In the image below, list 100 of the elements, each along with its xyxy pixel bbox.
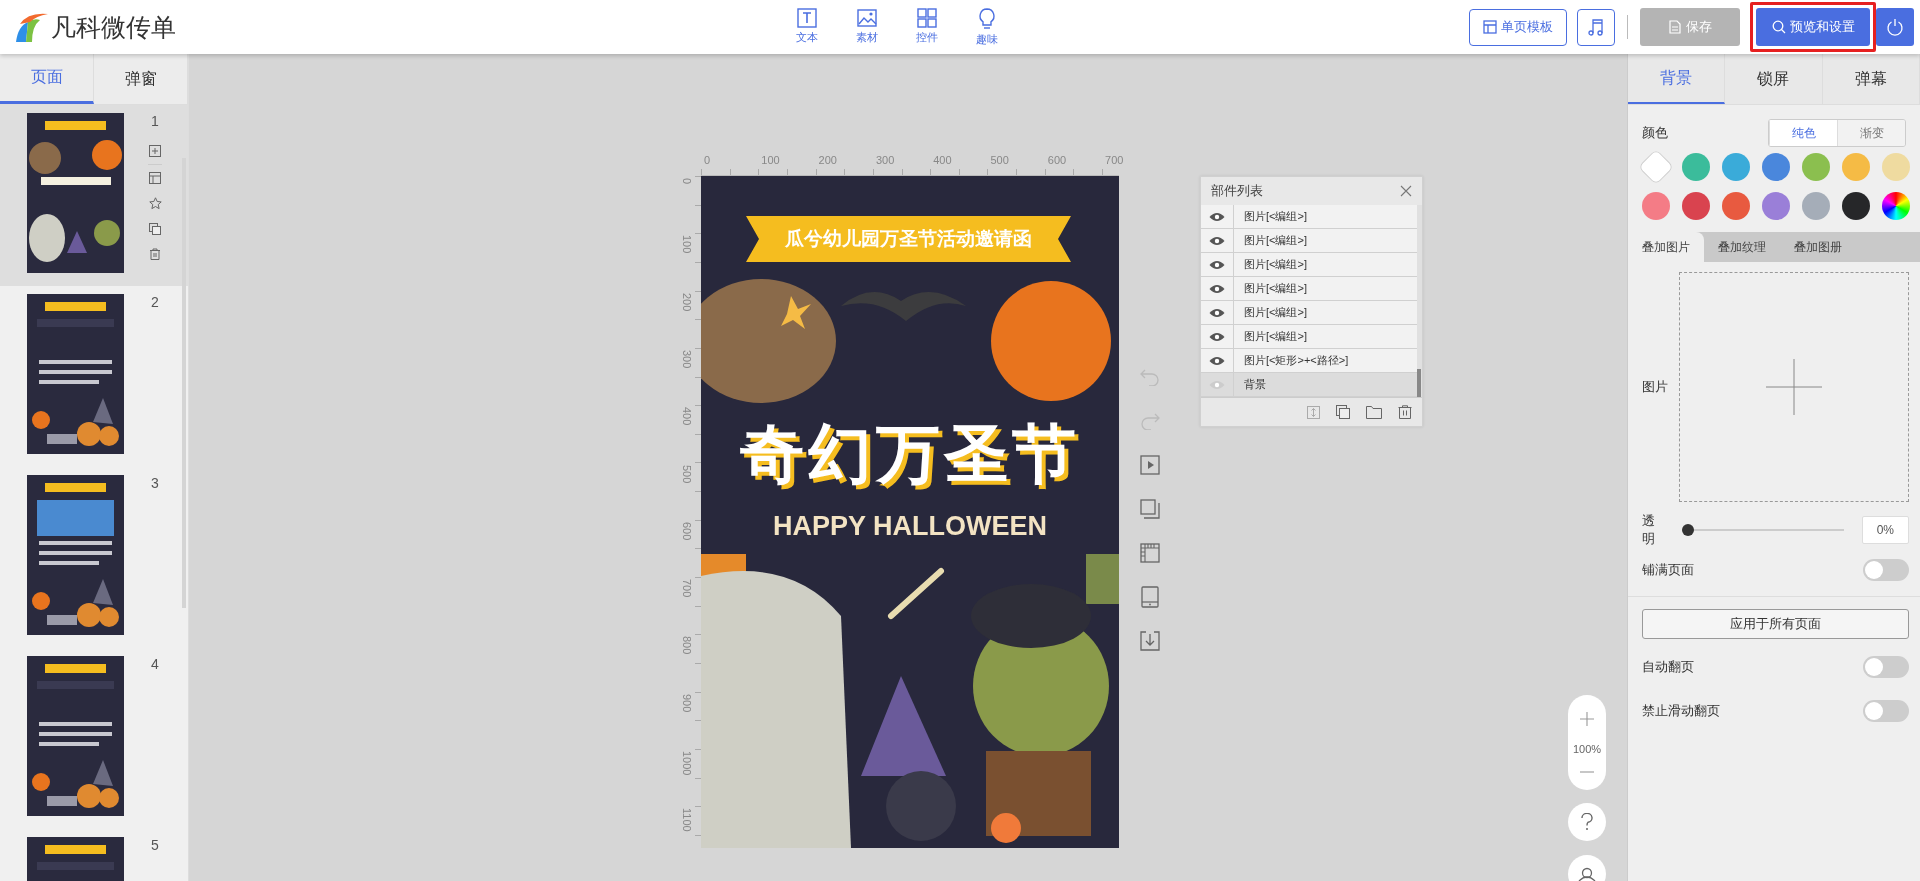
component-row[interactable]: 图片[<矩形>+<路径>] (1201, 349, 1417, 373)
redo-icon (1140, 412, 1160, 430)
page-number: 5 (151, 837, 159, 853)
music-note-icon (1588, 18, 1604, 36)
color-wheel-swatch[interactable] (1882, 192, 1910, 220)
color-swatch[interactable] (1802, 153, 1830, 181)
eye-icon[interactable] (1209, 283, 1225, 294)
color-swatch[interactable] (1762, 192, 1790, 220)
eye-icon[interactable] (1209, 331, 1225, 342)
grid-icon (917, 7, 937, 28)
ruler-label: 300 (681, 349, 693, 369)
user-icon (1578, 867, 1596, 881)
color-mode-tab[interactable]: 渐变 (1837, 120, 1905, 146)
ruler-label: 700 (1105, 154, 1124, 166)
color-mode-tab[interactable]: 纯色 (1769, 120, 1837, 146)
component-label: 图片[<编组>] (1243, 305, 1307, 320)
text-icon (797, 7, 817, 28)
help-button[interactable] (1568, 803, 1606, 841)
panel-tab[interactable]: 弹幕 (1822, 54, 1920, 104)
folder-icon[interactable] (1366, 405, 1382, 419)
color-swatch[interactable] (1842, 192, 1870, 220)
panel-tab[interactable]: 页面 (0, 54, 94, 104)
color-swatch[interactable] (1762, 153, 1790, 181)
ruler-label: 400 (933, 154, 952, 166)
setting-label: 自动翻页 (1642, 658, 1694, 676)
ruler-label: 300 (875, 154, 895, 166)
play-button[interactable] (1139, 454, 1161, 476)
component-label: 背景 (1243, 377, 1266, 392)
logo-text: 凡科微传单 (51, 11, 176, 43)
layout-icon[interactable] (149, 172, 161, 184)
panel-tab[interactable]: 背景 (1628, 54, 1726, 104)
component-row[interactable]: 图片[<编组>] (1201, 301, 1417, 325)
opacity-value-field[interactable]: 0% (1861, 516, 1909, 544)
setting-label: 铺满页面 (1642, 561, 1694, 579)
eye-icon[interactable] (1209, 235, 1225, 246)
setting-label: 禁止滑动翻页 (1642, 702, 1720, 720)
lightbulb-icon (977, 7, 997, 30)
copy-icon[interactable] (149, 223, 161, 235)
color-swatch[interactable] (1642, 192, 1670, 220)
question-mark-icon (1580, 813, 1594, 831)
download-button[interactable] (1139, 630, 1161, 652)
component-label: 图片[<编组>] (1243, 329, 1307, 344)
color-swatch[interactable] (1842, 153, 1870, 181)
plus-icon (1766, 359, 1822, 415)
color-swatch[interactable] (1682, 192, 1710, 220)
component-label: 图片[<编组>] (1243, 233, 1307, 248)
color-swatch[interactable] (1722, 192, 1750, 220)
copy-button[interactable] (1139, 498, 1161, 520)
image-label: 图片 (1642, 378, 1668, 396)
download-icon (1140, 631, 1160, 651)
component-row[interactable]: 图片[<编组>] (1201, 325, 1417, 349)
apply-all-pages-button[interactable]: 应用于所有页面 (1642, 609, 1909, 639)
music-button[interactable] (1577, 8, 1615, 46)
color-swatch[interactable] (1882, 153, 1910, 181)
grid-button[interactable] (1139, 542, 1161, 564)
page-number: 2 (151, 294, 159, 310)
power-button[interactable] (1876, 8, 1914, 46)
overlay-tab[interactable]: 叠加图片 (1628, 232, 1704, 262)
component-row[interactable]: 图片[<编组>] (1201, 229, 1417, 253)
component-row[interactable]: 图片[<编组>] (1201, 205, 1417, 229)
align-icon[interactable] (1307, 405, 1320, 419)
component-row[interactable]: 背景 (1201, 373, 1417, 397)
panel-title: 部件列表 (1211, 182, 1263, 200)
image-icon (857, 7, 877, 28)
toggle-switch[interactable] (1863, 700, 1909, 722)
panel-tab[interactable]: 弹窗 (94, 54, 188, 104)
color-swatch[interactable] (1802, 192, 1830, 220)
ruler-label: 700 (681, 579, 693, 598)
poster-subtitle: HAPPY HALLOWEEN (772, 511, 1048, 542)
component-row[interactable]: 图片[<编组>] (1201, 253, 1417, 277)
widget-tool-button[interactable]: 控件 (908, 7, 946, 47)
tablet-button[interactable] (1139, 586, 1161, 608)
eye-icon[interactable] (1209, 307, 1225, 318)
color-swatch[interactable] (1682, 153, 1710, 181)
trash-icon[interactable] (149, 248, 161, 260)
overlay-tab[interactable]: 叠加纹理 (1704, 232, 1780, 262)
component-row[interactable]: 图片[<编组>] (1201, 277, 1417, 301)
color-swatch[interactable] (1722, 153, 1750, 181)
poster-title: 奇幻万圣节 (739, 417, 1081, 492)
star-icon[interactable] (148, 197, 162, 210)
copy-icon (1140, 499, 1160, 519)
toggle-switch[interactable] (1863, 656, 1909, 678)
template-button[interactable]: 单页模板 (1469, 8, 1567, 46)
ruler-label: 1100 (681, 808, 693, 832)
image-tool-button[interactable]: 素材 (848, 7, 886, 47)
eye-icon[interactable] (1209, 355, 1225, 366)
eye-icon[interactable] (1209, 211, 1225, 222)
copy-icon[interactable] (1336, 405, 1350, 419)
overlay-tab[interactable]: 叠加图册 (1780, 232, 1856, 262)
ruler-label: 200 (818, 154, 837, 166)
preview-settings-button[interactable]: 预览和设置 (1756, 8, 1870, 46)
toggle-switch[interactable] (1863, 559, 1909, 581)
ruler-label: 200 (681, 292, 693, 311)
eye-icon[interactable] (1209, 259, 1225, 270)
trash-icon[interactable] (1398, 405, 1412, 419)
panel-tab[interactable]: 锁屏 (1725, 54, 1823, 104)
add-page-icon[interactable] (149, 145, 161, 157)
fun-tool-button[interactable]: 趣味 (968, 7, 1006, 47)
close-icon[interactable] (1400, 185, 1412, 197)
text-tool-button[interactable]: 文本 (788, 7, 826, 47)
